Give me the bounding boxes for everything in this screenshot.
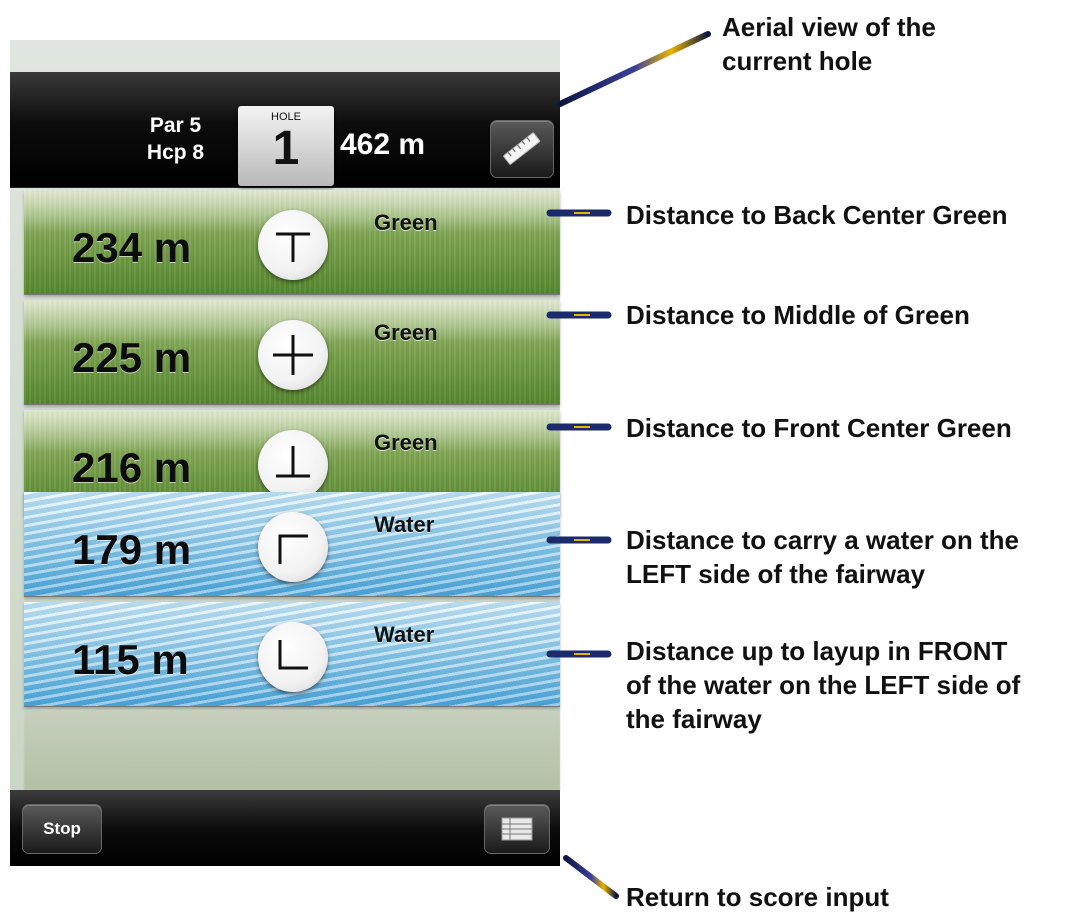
aerial-pointer [557, 31, 711, 107]
layup-annotation-line3: the fairway [626, 704, 762, 734]
layup-annotation-line1: Distance up to layup in FRONT [626, 636, 1008, 666]
layup-annotation: Distance up to layup in FRONT of the wat… [626, 634, 1020, 736]
row-pointers [546, 209, 612, 658]
aerial-annotation-line1: Aerial view of the [722, 12, 936, 42]
carry-annotation-line2: LEFT side of the fairway [626, 559, 926, 589]
aerial-annotation-line2: current hole [722, 46, 873, 76]
carry-annotation-line1: Distance to carry a water on the [626, 525, 1020, 555]
back-center-annotation: Distance to Back Center Green [626, 200, 1008, 230]
annotation-pointers [546, 31, 711, 899]
front-center-annotation: Distance to Front Center Green [626, 413, 1012, 443]
aerial-annotation: Aerial view of the current hole [722, 10, 936, 78]
middle-annotation: Distance to Middle of Green [626, 300, 970, 330]
carry-annotation: Distance to carry a water on the LEFT si… [626, 523, 1019, 591]
layup-annotation-line2: of the water on the LEFT side of [626, 670, 1021, 700]
score-annotation: Return to score input [626, 882, 889, 912]
score-pointer [563, 855, 619, 899]
